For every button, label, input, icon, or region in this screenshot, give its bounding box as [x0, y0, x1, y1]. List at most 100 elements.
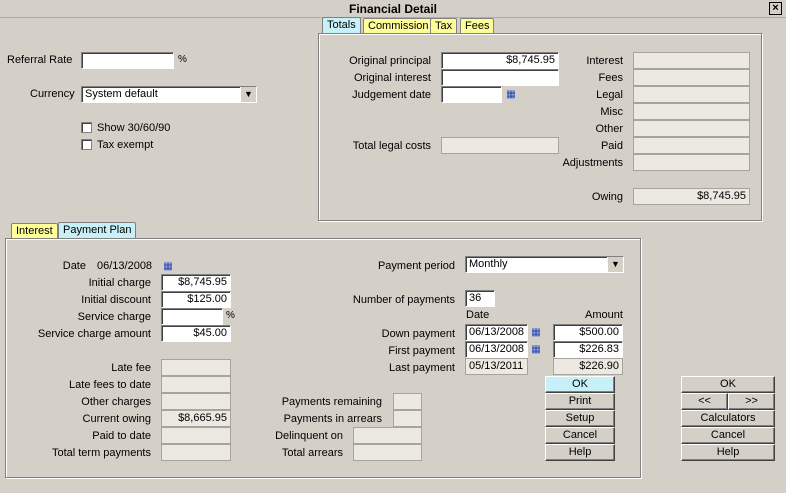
service-charge-field[interactable] — [161, 308, 223, 325]
total-legal-costs-field — [441, 137, 559, 154]
currency-select[interactable]: System default ▼ — [81, 86, 257, 103]
payment-period-select[interactable]: Monthly ▼ — [465, 256, 624, 273]
total-legal-costs-label: Total legal costs — [352, 140, 431, 152]
initial-discount-label: Initial discount — [81, 294, 151, 306]
currency-value: System default — [85, 88, 158, 100]
late-fee-field — [161, 359, 231, 376]
referral-rate-label: Referral Rate — [7, 54, 73, 66]
plan-cancel-button[interactable]: Cancel — [545, 427, 615, 444]
interest-label: Interest — [586, 55, 623, 67]
service-charge-amount-field[interactable]: $45.00 — [161, 325, 231, 342]
plan-date-value[interactable]: 06/13/2008 — [97, 260, 152, 272]
service-charge-amount-label: Service charge amount — [37, 328, 151, 340]
initial-discount-field[interactable]: $125.00 — [161, 291, 231, 308]
payment-period-label: Payment period — [377, 260, 455, 272]
amount-column-header: Amount — [585, 309, 623, 321]
tax-exempt-checkbox[interactable] — [81, 139, 92, 150]
other-label: Other — [595, 123, 623, 135]
calculators-button[interactable]: Calculators — [681, 410, 775, 427]
total-arrears-label: Total arrears — [281, 447, 343, 459]
payment-period-value: Monthly — [469, 258, 508, 270]
title-bar: Financial Detail × — [0, 0, 786, 18]
first-payment-date-field[interactable]: 06/13/2008 — [465, 341, 528, 358]
calendar-icon[interactable]: ▦ — [162, 261, 174, 272]
late-fees-to-date-label: Late fees to date — [69, 379, 151, 391]
initial-charge-label: Initial charge — [88, 277, 151, 289]
tab-interest[interactable]: Interest — [11, 223, 58, 238]
paid-field — [633, 137, 750, 154]
original-interest-field[interactable] — [441, 69, 559, 86]
total-term-payments-field — [161, 444, 231, 461]
plan-ok-button[interactable]: OK — [545, 376, 615, 393]
owing-label: Owing — [591, 191, 623, 203]
misc-label: Misc — [600, 106, 623, 118]
misc-field — [633, 103, 750, 120]
tab-totals[interactable]: Totals — [322, 17, 361, 34]
dialog-cancel-button[interactable]: Cancel — [681, 427, 775, 444]
owing-field: $8,745.95 — [633, 188, 750, 205]
tab-payment-plan[interactable]: Payment Plan — [58, 222, 137, 239]
down-payment-label: Down payment — [381, 328, 455, 340]
percent-symbol: % — [178, 54, 187, 65]
date-column-header: Date — [466, 309, 490, 321]
window-title: Financial Detail — [348, 2, 438, 16]
tab-commission[interactable]: Commission — [363, 18, 434, 33]
adjustments-label: Adjustments — [562, 157, 623, 169]
adjustments-field — [633, 154, 750, 171]
other-field — [633, 120, 750, 137]
initial-charge-field[interactable]: $8,745.95 — [161, 274, 231, 291]
plan-help-button[interactable]: Help — [545, 444, 615, 461]
interest-field — [633, 52, 750, 69]
plan-setup-button[interactable]: Setup — [545, 410, 615, 427]
late-fees-to-date-field — [161, 376, 231, 393]
down-payment-date-field[interactable]: 06/13/2008 — [465, 324, 528, 341]
payments-in-arrears-field — [393, 410, 422, 427]
paid-to-date-label: Paid to date — [92, 430, 151, 442]
first-payment-label: First payment — [388, 345, 455, 357]
calendar-icon[interactable]: ▦ — [530, 327, 542, 338]
original-interest-label: Original interest — [353, 72, 431, 84]
late-fee-label: Late fee — [111, 362, 151, 374]
tax-exempt-label: Tax exempt — [97, 139, 154, 151]
service-charge-label: Service charge — [77, 311, 151, 323]
referral-rate-field[interactable] — [81, 52, 174, 69]
first-payment-amount-field[interactable]: $226.83 — [553, 341, 623, 358]
last-payment-date-field: 05/13/2011 — [465, 358, 528, 375]
dialog-ok-button[interactable]: OK — [681, 376, 775, 393]
payments-remaining-field — [393, 393, 422, 410]
payments-in-arrears-label: Payments in arrears — [283, 413, 382, 425]
previous-button[interactable]: << — [681, 393, 728, 410]
close-button[interactable]: × — [769, 2, 782, 15]
original-principal-field[interactable]: $8,745.95 — [441, 52, 559, 69]
delinquent-on-field — [353, 427, 422, 444]
currency-label: Currency — [30, 88, 75, 100]
dialog-help-button[interactable]: Help — [681, 444, 775, 461]
calendar-icon[interactable]: ▦ — [505, 89, 517, 100]
paid-to-date-field — [161, 427, 231, 444]
current-owing-label: Current owing — [82, 413, 151, 425]
plan-print-button[interactable]: Print — [545, 393, 615, 410]
legal-field — [633, 86, 750, 103]
chevron-down-icon[interactable]: ▼ — [240, 87, 256, 102]
original-principal-label: Original principal — [349, 55, 431, 67]
number-of-payments-field[interactable]: 36 — [465, 290, 495, 307]
last-payment-amount-field: $226.90 — [553, 358, 623, 375]
tab-fees[interactable]: Fees — [460, 18, 495, 33]
down-payment-amount-field[interactable]: $500.00 — [553, 324, 623, 341]
judgement-date-field[interactable] — [441, 86, 502, 103]
total-term-payments-label: Total term payments — [51, 447, 151, 459]
next-button[interactable]: >> — [728, 393, 775, 410]
chevron-down-icon[interactable]: ▼ — [607, 257, 623, 272]
tab-tax[interactable]: Tax — [430, 18, 458, 33]
calendar-icon[interactable]: ▦ — [530, 344, 542, 355]
fees-field — [633, 69, 750, 86]
show-30-60-90-checkbox[interactable] — [81, 122, 92, 133]
legal-label: Legal — [596, 89, 623, 101]
other-charges-label: Other charges — [81, 396, 151, 408]
show-30-60-90-label: Show 30/60/90 — [97, 122, 171, 134]
total-arrears-field — [353, 444, 422, 461]
delinquent-on-label: Delinquent on — [275, 430, 343, 442]
paid-label: Paid — [600, 140, 623, 152]
judgement-date-label: Judgement date — [352, 89, 431, 101]
other-charges-field — [161, 393, 231, 410]
